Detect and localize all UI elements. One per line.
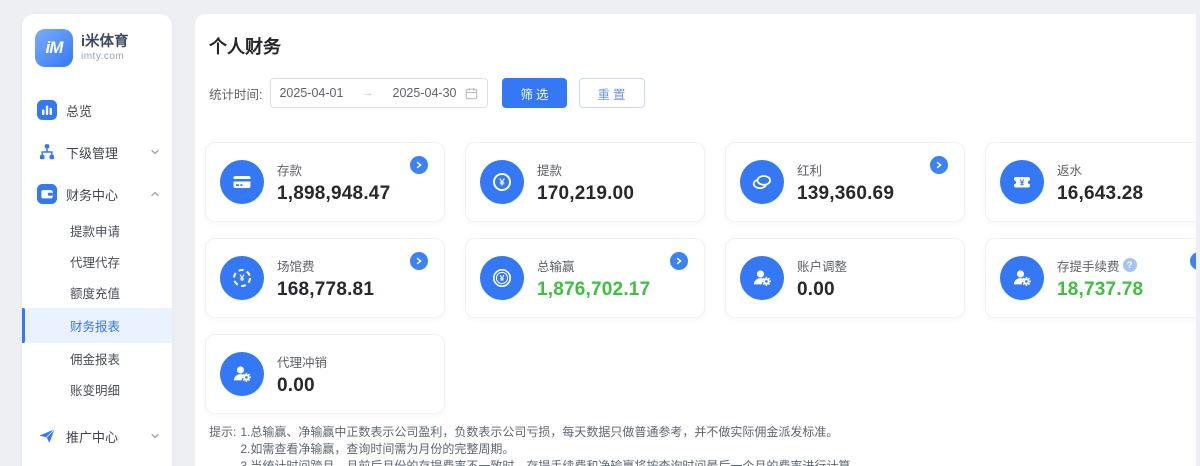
help-icon[interactable]: ? — [1123, 258, 1137, 272]
chevron-down-icon — [150, 147, 160, 157]
tips-label: 提示: — [209, 424, 236, 466]
tip-line: 3.当统计时间跨月，且前后月份的存提费率不一致时，存提手续费和净输赢将按查询时间… — [240, 458, 862, 466]
sidebar-item-overview[interactable]: 总览 — [22, 89, 172, 131]
sidebar-item-label: 总览 — [66, 101, 92, 120]
detail-arrow-button[interactable] — [1190, 252, 1196, 270]
stat-card-transaction-fee: 存提手续费 ? 18,737.78 — [985, 238, 1196, 318]
detail-arrow-button[interactable] — [410, 252, 428, 270]
stat-value: 1,898,948.47 — [277, 183, 390, 205]
stat-label: 红利 — [797, 160, 822, 179]
sidebar-item-agent-deposit[interactable]: 代理代存 — [22, 246, 172, 277]
wallet-icon — [37, 184, 57, 204]
filter-button[interactable]: 筛选 — [502, 78, 566, 108]
stat-label: 返水 — [1057, 160, 1082, 179]
sidebar-item-sub-management[interactable]: 下级管理 — [22, 131, 172, 173]
stat-value: 1,876,702.17 — [537, 279, 650, 301]
svg-text:¥: ¥ — [500, 273, 505, 283]
stat-value: 168,778.81 — [277, 279, 374, 301]
sidebar-item-quota-recharge[interactable]: 额度充值 — [22, 277, 172, 308]
main-panel: 个人财务 统计时间: 2025-04-01 → 2025-04-30 筛选 重置 — [195, 14, 1196, 466]
paper-plane-icon — [37, 426, 57, 446]
stat-value: 170,219.00 — [537, 183, 634, 205]
stat-label: 存款 — [277, 160, 302, 179]
coins-icon — [740, 160, 784, 204]
stat-card-withdrawal: ¥ 提款 170,219.00 — [465, 142, 705, 222]
stat-card-venue-fee: ¥ 场馆费 168,778.81 — [205, 238, 445, 318]
calendar-icon[interactable] — [464, 86, 479, 101]
sidebar-item-promotion-center[interactable]: 推广中心 — [22, 415, 172, 457]
sitemap-icon — [37, 142, 57, 162]
brand-logo[interactable]: iM i米体育 imty.com — [22, 14, 172, 79]
stat-label: 提款 — [537, 160, 562, 179]
sidebar-item-label: 额度充值 — [70, 283, 120, 302]
stat-value: 18,737.78 — [1057, 279, 1143, 301]
start-date-value[interactable]: 2025-04-01 — [279, 86, 343, 100]
tip-line: 2.如需查看净输赢，查询时间需为月份的完整周期。 — [240, 441, 862, 458]
stat-value: 16,643.28 — [1057, 183, 1143, 205]
stat-label: 存提手续费 — [1057, 256, 1120, 275]
detail-arrow-button[interactable] — [670, 252, 688, 270]
page-title: 个人财务 — [205, 33, 1186, 59]
yen-dashed-circle-icon: ¥ — [220, 256, 264, 300]
end-date-value[interactable]: 2025-04-30 — [393, 86, 457, 100]
detail-arrow-button[interactable] — [930, 156, 948, 174]
ticket-yen-icon: ¥ — [1000, 160, 1044, 204]
stat-card-deposit: 存款 1,898,948.47 — [205, 142, 445, 222]
tip-line: 1.总输赢、净输赢中正数表示公司盈利，负数表示公司亏损，每天数据只做普通参考，并… — [240, 424, 862, 441]
sidebar-item-label: 佣金报表 — [70, 349, 120, 368]
stat-card-rebate: ¥ 返水 16,643.28 — [985, 142, 1196, 222]
sidebar-menu: 总览 下级管理 财务中心 — [22, 79, 172, 466]
brand-domain: imty.com — [81, 51, 129, 62]
tips-note: 提示: 1.总输赢、净输赢中正数表示公司盈利，负数表示公司亏损，每天数据只做普通… — [205, 424, 1186, 466]
user-gear-icon — [220, 352, 264, 396]
stat-card-agent-writeoff: 代理冲销 0.00 — [205, 334, 445, 414]
svg-text:¥: ¥ — [499, 178, 505, 189]
finance-submenu: 提款申请 代理代存 额度充值 财务报表 佣金报表 账变明细 — [22, 215, 172, 405]
sidebar-item-label: 账变明细 — [70, 380, 120, 399]
stat-value: 139,360.69 — [797, 183, 894, 205]
date-filter-label: 统计时间: — [209, 84, 262, 103]
filter-bar: 统计时间: 2025-04-01 → 2025-04-30 筛选 重置 — [205, 78, 1186, 108]
stat-card-account-adjustment: 账户调整 0.00 — [725, 238, 965, 318]
sidebar-item-label: 财务报表 — [70, 316, 120, 335]
user-gear-icon — [740, 256, 784, 300]
date-range-picker[interactable]: 2025-04-01 → 2025-04-30 — [270, 78, 488, 108]
chevron-up-icon — [150, 189, 160, 199]
sidebar: iM i米体育 imty.com 总览 下级管理 — [22, 14, 172, 466]
detail-arrow-button[interactable] — [410, 156, 428, 174]
sidebar-item-commission-report[interactable]: 佣金报表 — [22, 343, 172, 374]
credit-card-icon — [220, 160, 264, 204]
svg-text:¥: ¥ — [239, 273, 244, 283]
sidebar-item-label: 下级管理 — [66, 143, 118, 162]
sidebar-item-finance-report[interactable]: 财务报表 — [22, 308, 172, 343]
sidebar-item-label: 代理代存 — [70, 252, 120, 271]
stat-label: 场馆费 — [277, 256, 315, 275]
stat-card-total-winloss: ¥ 总输赢 1,876,702.17 — [465, 238, 705, 318]
brand-logo-icon: iM — [35, 29, 73, 67]
yen-coin-icon: ¥ — [480, 256, 524, 300]
user-gear-icon — [1000, 256, 1044, 300]
stat-value: 0.00 — [277, 375, 327, 397]
sidebar-item-personal-center[interactable]: 个人中心 — [22, 457, 172, 466]
bar-chart-icon — [37, 100, 57, 120]
stat-cards-grid: 存款 1,898,948.47 ¥ 提款 170,219.00 — [205, 142, 1196, 414]
sidebar-item-finance-center[interactable]: 财务中心 — [22, 173, 172, 215]
sidebar-item-label: 推广中心 — [66, 427, 118, 446]
sidebar-item-label: 提款申请 — [70, 221, 120, 240]
brand-name: i米体育 — [81, 34, 129, 51]
sidebar-item-account-change-detail[interactable]: 账变明细 — [22, 374, 172, 405]
sidebar-item-withdraw-request[interactable]: 提款申请 — [22, 215, 172, 246]
sidebar-item-label: 财务中心 — [66, 185, 118, 204]
stat-label: 代理冲销 — [277, 352, 327, 371]
stat-label: 总输赢 — [537, 256, 575, 275]
stat-value: 0.00 — [797, 279, 847, 301]
svg-text:¥: ¥ — [1020, 177, 1025, 187]
date-separator: → — [349, 87, 386, 99]
stat-label: 账户调整 — [797, 256, 847, 275]
chevron-down-icon — [150, 431, 160, 441]
app-window: iM i米体育 imty.com 总览 下级管理 — [0, 0, 1200, 466]
stat-card-bonus: 红利 139,360.69 — [725, 142, 965, 222]
yen-circle-icon: ¥ — [480, 160, 524, 204]
reset-button[interactable]: 重置 — [579, 78, 645, 108]
